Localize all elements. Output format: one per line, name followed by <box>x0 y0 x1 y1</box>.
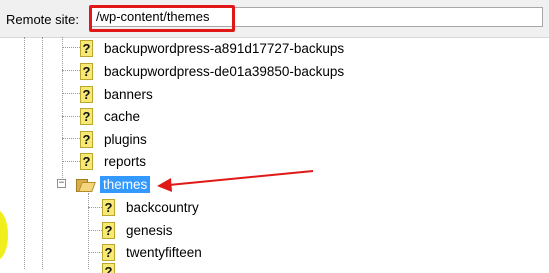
collapse-toggle[interactable]: − <box>57 179 66 188</box>
tree-item-partial[interactable]: ? <box>102 263 115 273</box>
tree-item[interactable]: ? reports <box>80 150 146 172</box>
tree-connector <box>62 138 80 139</box>
tree-item[interactable]: ? backupwordpress-a891d17727-backups <box>80 37 344 59</box>
tree-connector <box>62 47 80 48</box>
open-folder-icon <box>76 177 96 192</box>
unknown-folder-icon: ? <box>80 107 93 125</box>
tree-item-label: plugins <box>104 131 147 147</box>
tree-item-selected[interactable]: themes <box>76 173 151 195</box>
tree-item-label: cache <box>104 108 141 124</box>
tree-connector <box>62 93 80 94</box>
remote-site-bar: Remote site: /wp-content/themes <box>0 0 549 38</box>
tree-item-label: banners <box>104 86 153 102</box>
tree-connector <box>62 161 80 162</box>
unknown-folder-icon: ? <box>80 85 93 103</box>
tree-item[interactable]: ? genesis <box>102 219 173 241</box>
tree-connector <box>88 193 89 269</box>
unknown-folder-icon: ? <box>80 62 93 80</box>
tree-connector <box>62 70 80 71</box>
tree-connector <box>24 37 25 269</box>
tree-item-label: reports <box>104 153 147 169</box>
tree-item-label: themes <box>100 175 151 193</box>
unknown-folder-icon: ? <box>102 243 115 261</box>
unknown-folder-icon: ? <box>102 198 115 216</box>
unknown-folder-icon: ? <box>80 130 93 148</box>
tree-connector <box>62 116 80 117</box>
unknown-folder-icon: ? <box>102 263 115 273</box>
tree-item[interactable]: ? plugins <box>80 128 147 150</box>
tree-connector <box>88 230 102 231</box>
unknown-folder-icon: ? <box>102 221 115 239</box>
tree-connector <box>88 252 102 253</box>
tree-item-label: backupwordpress-a891d17727-backups <box>104 40 345 56</box>
tree-item[interactable]: ? twentyfifteen <box>102 241 202 263</box>
tree-item[interactable]: ? cache <box>80 105 140 127</box>
tree-item-label: backupwordpress-de01a39850-backups <box>104 63 345 79</box>
remote-site-label: Remote site: <box>6 12 79 27</box>
tree-item-label: backcountry <box>126 199 199 215</box>
tree-item[interactable]: ? backcountry <box>102 196 199 218</box>
tree-connector <box>88 207 102 208</box>
tree-item[interactable]: ? banners <box>80 83 153 105</box>
path-highlight-annotation <box>89 5 235 32</box>
tree-connector <box>42 37 43 269</box>
remote-directory-tree[interactable]: ? backupwordpress-a891d17727-backups ? b… <box>0 37 549 273</box>
unknown-folder-icon: ? <box>80 152 93 170</box>
annotation-arrow-icon <box>157 170 314 192</box>
tree-item-label: genesis <box>126 222 173 238</box>
unknown-folder-icon: ? <box>80 39 93 57</box>
tree-item[interactable]: ? backupwordpress-de01a39850-backups <box>80 60 344 82</box>
tree-item-label: twentyfifteen <box>126 244 202 260</box>
